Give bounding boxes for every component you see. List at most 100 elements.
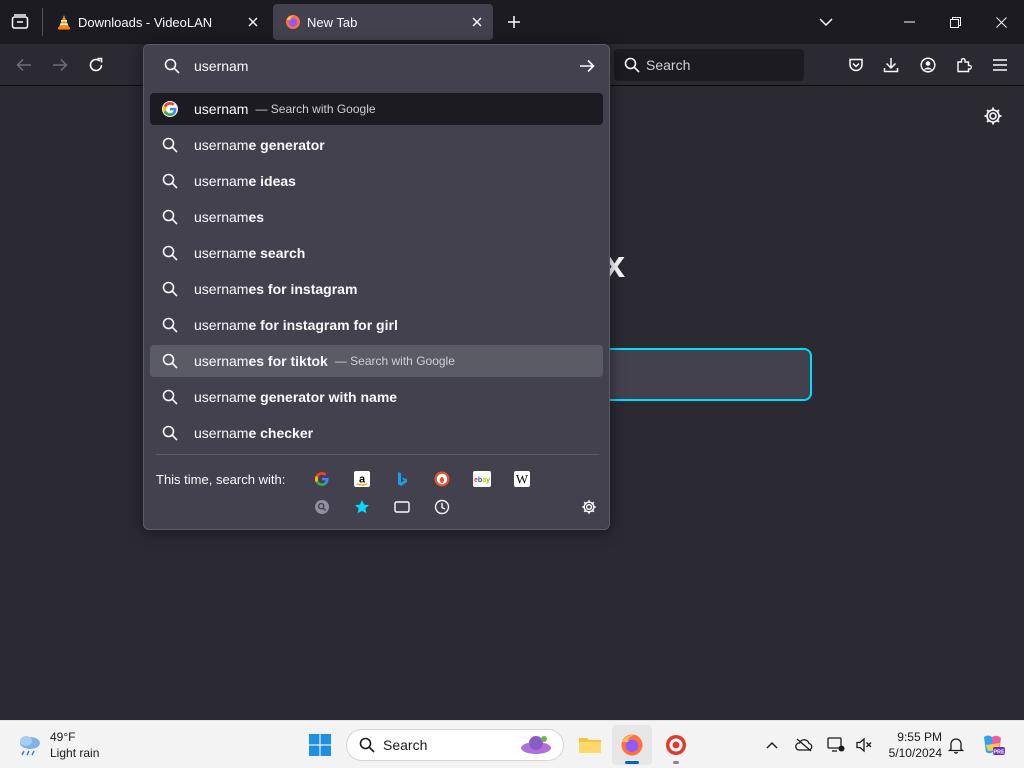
system-clock[interactable]: 9:55 PM 5/10/2024 — [880, 729, 942, 761]
suggestion-completion-text: e generator with name — [248, 389, 398, 405]
history-icon[interactable] — [428, 493, 456, 521]
firefox-taskbar-icon[interactable] — [612, 725, 652, 765]
search-tabs-icon[interactable] — [308, 493, 336, 521]
suggestion-row[interactable]: usernam e checker — [150, 417, 603, 449]
amazon-icon[interactable]: a — [348, 465, 376, 493]
suggestion-typed-text: usernam — [194, 389, 249, 405]
urlbar-input[interactable]: usernam — [194, 58, 577, 74]
active-app-indicator — [625, 761, 639, 764]
back-arrow-icon[interactable] — [8, 49, 40, 81]
toolbar-search-box[interactable]: Search — [614, 49, 804, 81]
volume-muted-icon[interactable] — [852, 733, 876, 757]
duckduckgo-icon[interactable] — [428, 465, 456, 493]
title-bar: Downloads - VideoLAN New Tab — [0, 0, 1024, 44]
suggestion-action-text: — Search with Google — [334, 354, 455, 368]
tab-new-tab[interactable]: New Tab — [273, 4, 493, 40]
suggestion-completion-text: e ideas — [248, 173, 296, 189]
taskbar-search-label: Search — [383, 737, 428, 753]
network-display-icon[interactable] — [824, 733, 848, 757]
pocket-icon[interactable] — [840, 49, 872, 81]
svg-text:PRE: PRE — [993, 750, 1005, 756]
tabs-icon[interactable] — [388, 493, 416, 521]
clock-date: 5/10/2024 — [888, 746, 942, 760]
search-icon — [162, 353, 178, 369]
urlbar[interactable]: usernam — [144, 45, 609, 87]
downloads-icon[interactable] — [875, 49, 907, 81]
suggestion-row[interactable]: usernam es for tiktok — Search with Google — [150, 345, 603, 377]
search-icon — [359, 737, 375, 753]
suggestion-row[interactable]: usernam — Search with Google — [150, 93, 603, 125]
suggestion-typed-text: usernam — [194, 353, 249, 369]
search-icon — [162, 209, 178, 225]
wikipedia-icon[interactable]: W — [508, 465, 536, 493]
list-all-tabs-chevron-icon[interactable] — [814, 10, 838, 34]
close-window-icon[interactable] — [978, 0, 1024, 44]
file-explorer-icon[interactable] — [570, 725, 610, 765]
close-tab-icon[interactable] — [241, 10, 265, 34]
google-icon — [162, 101, 178, 117]
forward-arrow-icon[interactable] — [44, 49, 76, 81]
one-off-label: This time, search with: — [156, 472, 286, 487]
menu-hamburger-icon[interactable] — [984, 49, 1016, 81]
bing-icon[interactable] — [388, 465, 416, 493]
newtab-search-box[interactable] — [600, 348, 812, 401]
tab-label: Downloads - VideoLAN — [78, 14, 213, 30]
go-arrow-icon[interactable] — [577, 56, 597, 76]
suggestion-typed-text: usernam — [194, 425, 249, 441]
new-tab-plus-icon[interactable] — [502, 10, 526, 34]
suggestion-row[interactable]: usernam e generator with name — [150, 381, 603, 413]
tab-divider — [42, 8, 43, 36]
suggestion-row[interactable]: usernam e search — [150, 237, 603, 269]
suggestion-row[interactable]: usernam es for instagram — [150, 273, 603, 305]
suggestion-completion-text: e for instagram for girl — [248, 317, 398, 333]
suggestion-row[interactable]: usernam e ideas — [150, 165, 603, 197]
toolbar-search-placeholder: Search — [646, 57, 691, 73]
suggestion-completion-text: e checker — [248, 425, 314, 441]
minimize-icon[interactable] — [886, 0, 932, 44]
suggestion-completion-text: es for instagram — [248, 281, 358, 297]
suggestion-completion-text: es for tiktok — [248, 353, 328, 369]
suggestion-typed-text: usernam — [194, 173, 249, 189]
suggestion-row[interactable]: usernam e for instagram for girl — [150, 309, 603, 341]
search-highlight-icon — [521, 736, 551, 754]
newtab-settings-gear-icon[interactable] — [983, 106, 1003, 126]
notification-bell-icon[interactable] — [944, 733, 968, 757]
svg-text:ebay: ebay — [474, 477, 490, 484]
search-settings-gear-icon[interactable] — [575, 493, 603, 521]
weather-desc: Light rain — [50, 746, 100, 760]
restore-icon[interactable] — [932, 0, 978, 44]
tab-list-icon[interactable] — [8, 10, 32, 34]
urlbar-dropdown: usernam This time, search with: a ebay W… — [143, 44, 610, 530]
search-icon — [162, 245, 178, 261]
svg-text:a: a — [359, 474, 366, 486]
reload-icon[interactable] — [80, 49, 112, 81]
rain-cloud-icon — [20, 736, 40, 756]
windows-start-icon[interactable] — [300, 725, 340, 765]
account-icon[interactable] — [912, 49, 944, 81]
google-icon[interactable] — [308, 465, 336, 493]
bookmarks-icon[interactable] — [348, 493, 376, 521]
search-icon — [624, 57, 640, 73]
suggestion-completion-text: es — [248, 209, 265, 225]
app-red-circle-icon[interactable] — [656, 725, 696, 765]
tab-label: New Tab — [307, 14, 358, 30]
onedrive-offline-icon[interactable] — [792, 733, 816, 757]
taskbar-search[interactable]: Search — [346, 729, 564, 761]
ebay-icon[interactable]: ebay — [468, 465, 496, 493]
suggestion-row[interactable]: usernam es — [150, 201, 603, 233]
search-icon — [162, 317, 178, 333]
taskbar: 49°F Light rain Search 9:55 PM 5/10/2024 — [0, 720, 1024, 768]
show-hidden-icons-chevron-icon[interactable] — [760, 733, 784, 757]
extensions-icon[interactable] — [948, 49, 980, 81]
suggestion-typed-text: usernam — [194, 209, 249, 225]
search-icon — [162, 281, 178, 297]
one-off-divider — [156, 454, 599, 455]
search-icon — [162, 137, 178, 153]
copilot-icon[interactable]: PRE — [978, 733, 1008, 757]
tab-downloads-videolan[interactable]: Downloads - VideoLAN — [44, 4, 269, 40]
running-app-indicator — [673, 761, 679, 764]
svg-text:W: W — [516, 472, 529, 487]
close-tab-icon[interactable] — [465, 10, 489, 34]
suggestion-row[interactable]: usernam e generator — [150, 129, 603, 161]
weather-widget[interactable]: 49°F Light rain — [16, 729, 99, 761]
